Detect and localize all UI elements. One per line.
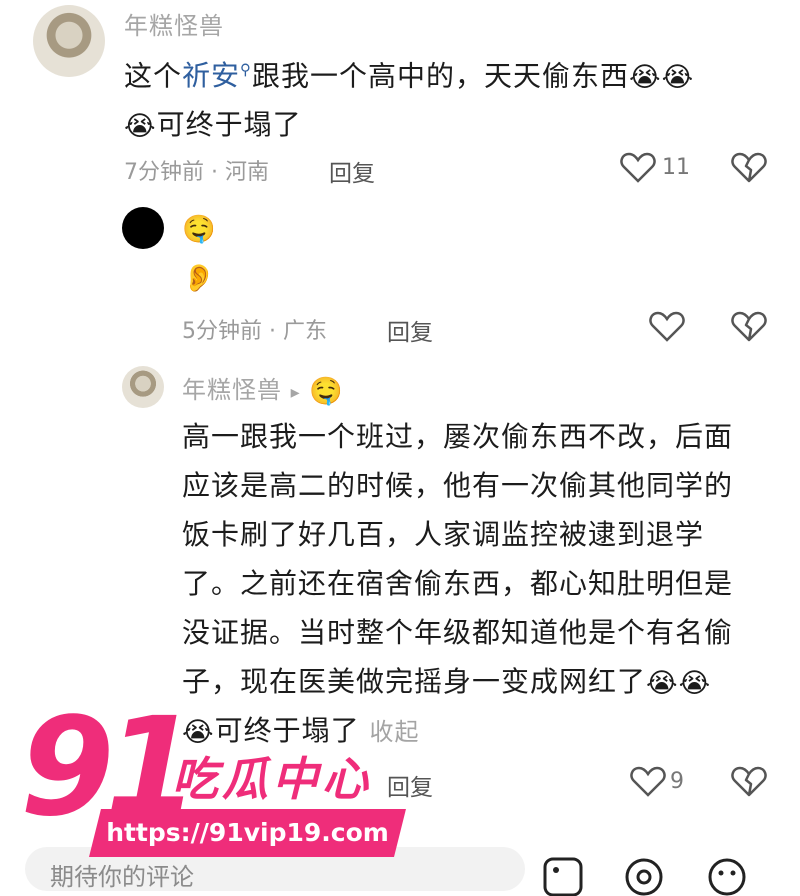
heart-icon[interactable]	[649, 310, 685, 342]
laugh-cry-emoji: 😭	[629, 61, 662, 93]
image-icon[interactable]	[542, 856, 584, 896]
heart-icon[interactable]	[620, 151, 656, 183]
reply-button[interactable]: 回复	[387, 313, 433, 347]
user-avatar[interactable]	[33, 5, 105, 77]
comment-text-line: 了。之前还在宿舍偷东西，都心知肚明但是	[182, 567, 734, 600]
comment-text-line: 应该是高二的时候，他有一次偷其他同学的	[182, 469, 734, 502]
emoji-icon[interactable]	[706, 856, 748, 896]
user-avatar[interactable]	[122, 207, 164, 249]
search-link-label[interactable]: 祈安	[182, 59, 240, 92]
comment-text-line: 没证据。当时整个年级都知道他是个有名偷	[182, 616, 734, 649]
comment-text-line: 子，现在医美做完摇身一变成网红了😭😭	[182, 657, 772, 706]
comment-text-line2: 可终于塌了	[156, 108, 302, 142]
ear-emoji: 👂	[182, 262, 217, 294]
comment-time-location: 5分钟前 · 广东	[182, 319, 327, 344]
user-avatar[interactable]	[122, 366, 164, 408]
reply-button[interactable]: 回复	[387, 768, 433, 802]
comment-input-placeholder: 期待你的评论	[50, 863, 194, 891]
reply-button[interactable]: 回复	[329, 154, 375, 188]
comment-text: 高一跟我一个班过，屡次偷东西不改，后面 应该是高二的时候，他有一次偷其他同学的 …	[182, 412, 772, 757]
comment-text-line: 😭可终于塌了 收起	[182, 706, 772, 757]
broken-heart-icon[interactable]	[731, 310, 767, 342]
search-link[interactable]: 祈安⚲	[182, 59, 252, 92]
heart-icon[interactable]	[630, 765, 666, 797]
laugh-cry-emoji: 😭	[678, 667, 712, 699]
comment-time-location: 7分钟前 · 河南	[124, 160, 269, 185]
watermark-url: https://91vip19.com	[89, 809, 406, 857]
like-count: 9	[670, 769, 684, 794]
comment-text-rest: 跟我一个高中的，天天偷东西	[252, 59, 630, 93]
laugh-cry-emoji: 😭	[646, 667, 679, 699]
at-icon[interactable]	[623, 856, 665, 896]
broken-heart-icon[interactable]	[731, 765, 767, 797]
comment-text-segment: 可终于塌了	[214, 714, 360, 747]
laugh-cry-emoji: 😭	[661, 61, 695, 93]
comment-username[interactable]: 年糕怪兽	[124, 6, 224, 41]
watermark-url-text: https://91vip19.com	[106, 818, 389, 847]
watermark-title: 吃瓜中心	[172, 752, 372, 806]
collapse-button[interactable]: 收起	[369, 718, 419, 746]
laugh-cry-emoji: 😭	[124, 110, 157, 142]
reply-username[interactable]: 年糕怪兽	[182, 376, 282, 404]
broken-heart-icon[interactable]	[731, 151, 767, 183]
comment-username: 年糕怪兽 ▸ 🤤	[182, 370, 344, 405]
reply-arrow-icon: ▸	[290, 382, 301, 403]
comment-text: 🤤 👂	[182, 203, 282, 301]
comment-text-line: 饭卡刷了好几百，人家调监控被逮到退学	[182, 518, 705, 551]
comment-text-segment: 子，现在医美做完摇身一变成网红了	[182, 665, 647, 698]
drooling-emoji: 🤤	[309, 375, 344, 407]
comment-text: 这个祈安⚲跟我一个高中的，天天偷东西😭😭 😭可终于塌了	[124, 46, 784, 149]
comment-text-line: 高一跟我一个班过，屡次偷东西不改，后面	[182, 420, 734, 453]
search-icon[interactable]: ⚲	[240, 61, 252, 79]
drooling-emoji: 🤤	[182, 213, 217, 245]
like-count: 11	[662, 155, 690, 180]
comment-text-prefix: 这个	[124, 59, 183, 93]
